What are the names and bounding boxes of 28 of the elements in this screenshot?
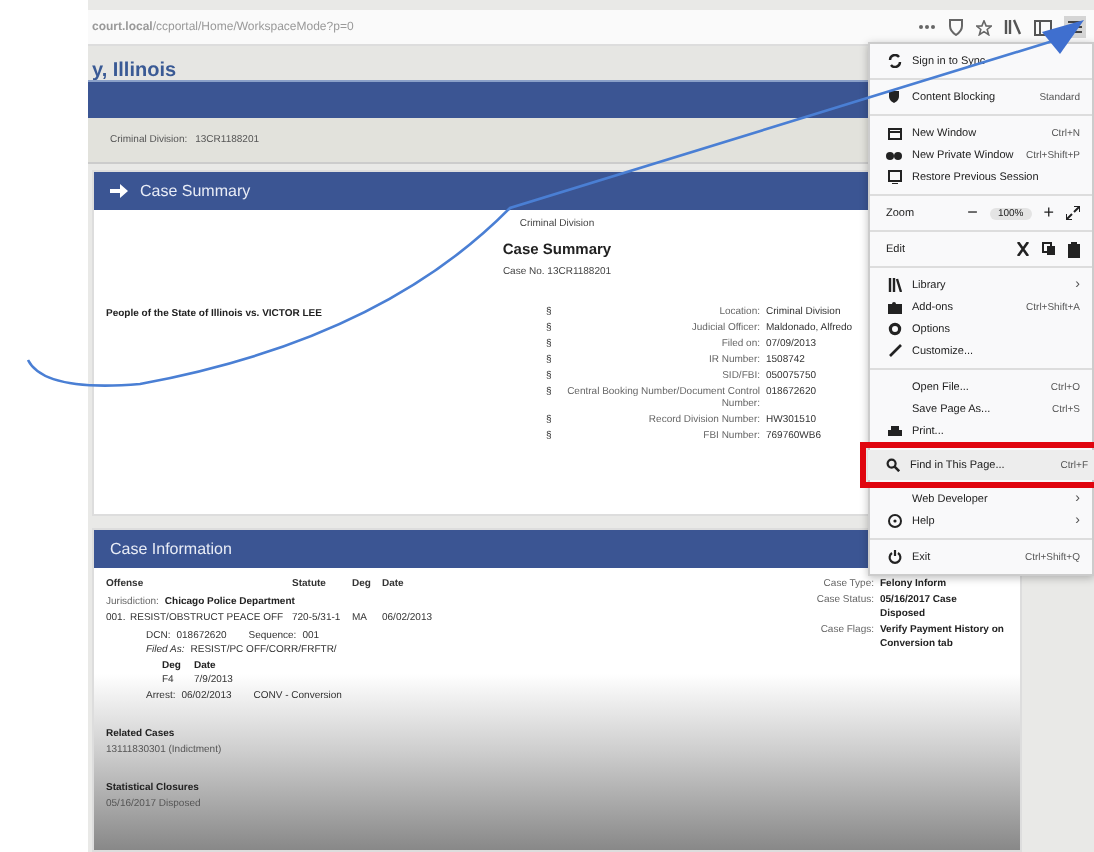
mask-icon xyxy=(886,151,902,159)
brush-icon xyxy=(887,344,901,358)
copy-icon[interactable] xyxy=(1042,242,1056,256)
search-icon xyxy=(885,458,899,472)
restore-icon xyxy=(887,170,901,184)
paste-icon[interactable] xyxy=(1068,241,1080,257)
section-title: Case Summary xyxy=(140,182,251,200)
shield-icon xyxy=(888,90,900,104)
library-icon[interactable] xyxy=(1004,18,1022,36)
sidebar-icon[interactable] xyxy=(1034,19,1052,35)
section-title: Case Information xyxy=(110,540,232,558)
printer-icon xyxy=(887,425,901,437)
zoom-out-button[interactable]: − xyxy=(967,204,978,222)
library-icon xyxy=(887,278,901,292)
shield-icon[interactable] xyxy=(948,18,964,36)
power-icon xyxy=(887,550,901,564)
more-icon[interactable] xyxy=(918,24,936,30)
cut-icon[interactable] xyxy=(1016,242,1030,256)
site-title: y, Illinois xyxy=(92,60,177,82)
puzzle-icon xyxy=(887,300,901,314)
star-icon[interactable] xyxy=(976,19,992,35)
arrow-right-icon xyxy=(110,182,128,200)
window-icon xyxy=(887,127,901,139)
help-icon xyxy=(887,514,901,528)
fullscreen-icon[interactable] xyxy=(1066,206,1080,220)
zoom-in-button[interactable]: + xyxy=(1043,204,1054,222)
sync-icon xyxy=(887,54,901,68)
settings-icon xyxy=(887,322,901,336)
